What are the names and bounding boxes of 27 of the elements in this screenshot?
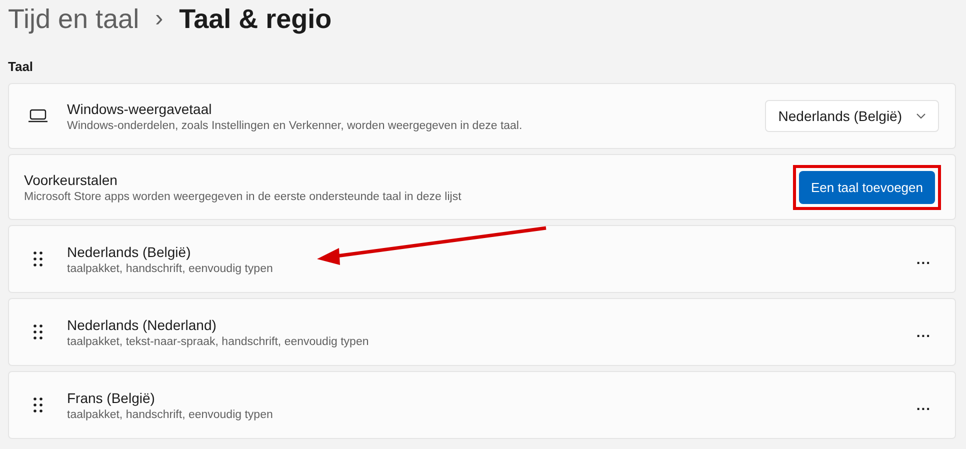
language-card[interactable]: Nederlands (Nederland) taalpakket, tekst-naar-spraak, handschrift, eenvoudig typen ... bbox=[8, 298, 956, 366]
add-language-button[interactable]: Een taal toevoegen bbox=[798, 170, 935, 204]
language-dropdown[interactable]: Nederlands (België) bbox=[765, 100, 939, 132]
drag-handle-icon[interactable] bbox=[33, 251, 43, 267]
more-options-button[interactable]: ... bbox=[914, 395, 933, 415]
language-name: Nederlands (België) bbox=[67, 244, 192, 260]
drag-handle-icon[interactable] bbox=[33, 397, 43, 413]
laptop-icon bbox=[28, 109, 48, 123]
drag-handle-icon[interactable] bbox=[33, 324, 43, 340]
language-card[interactable]: Nederlands (België) taalpakket, handschrift, eenvoudig typen ... bbox=[8, 225, 956, 293]
setting-description: Microsoft Store apps worden weergegeven in de eerste ondersteunde taal in deze lijst bbox=[24, 190, 462, 202]
breadcrumb-parent[interactable]: Tijd en taal bbox=[8, 4, 140, 34]
page-title: Taal & regio bbox=[179, 4, 332, 34]
language-card[interactable]: Frans (België) taalpakket, handschrift, eenvoudig typen ... bbox=[8, 371, 956, 439]
language-features: taalpakket, tekst-naar-spraak, handschrift, eenvoudig typen bbox=[67, 336, 370, 348]
setting-title: Voorkeurstalen bbox=[24, 172, 118, 188]
language-name: Nederlands (Nederland) bbox=[67, 316, 218, 332]
more-options-button[interactable]: ... bbox=[914, 249, 933, 269]
language-features: taalpakket, handschrift, eenvoudig typen bbox=[67, 408, 274, 420]
more-options-button[interactable]: ... bbox=[914, 322, 933, 342]
setting-description: Windows-onderdelen, zoals Instellingen en Verkenner, worden weergegeven in deze taal. bbox=[67, 120, 524, 132]
language-features: taalpakket, handschrift, eenvoudig typen bbox=[67, 262, 274, 274]
setting-title: Windows-weergavetaal bbox=[67, 100, 213, 116]
breadcrumb-separator: › bbox=[155, 5, 164, 33]
section-label: Taal bbox=[7, 58, 34, 76]
chevron-down-icon bbox=[916, 113, 926, 119]
language-name: Frans (België) bbox=[67, 390, 156, 406]
